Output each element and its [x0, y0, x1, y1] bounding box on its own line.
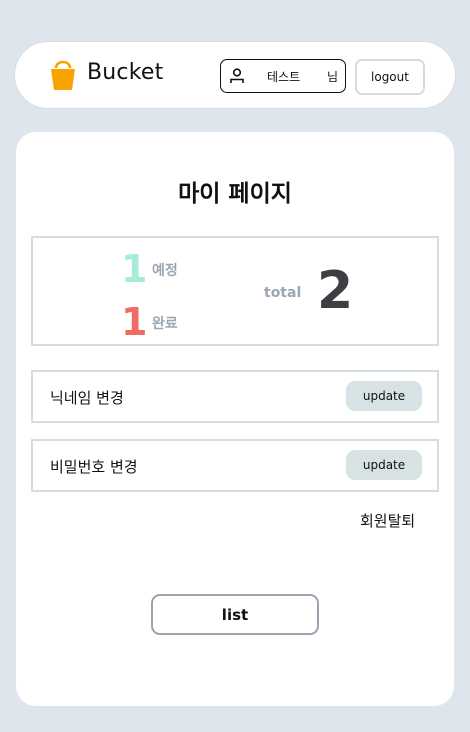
logout-button[interactable]: logout [355, 59, 425, 95]
user-badge[interactable]: 테스트 님 [220, 59, 346, 93]
nickname-change-row: 닉네임 변경 update [31, 370, 439, 423]
withdraw-link[interactable]: 회원탈퇴 [360, 510, 415, 531]
user-honorific: 님 [327, 70, 339, 84]
user-icon [230, 68, 244, 83]
password-change-label: 비밀번호 변경 [50, 458, 138, 476]
page-title: 마이 페이지 [178, 181, 292, 207]
nickname-change-label: 닉네임 변경 [50, 389, 124, 407]
mypage-card: 마이 페이지 1 예정 1 완료 total 2 닉네임 변경 update 비… [16, 132, 454, 706]
planned-label: 예정 [152, 263, 178, 279]
password-change-row: 비밀번호 변경 update [31, 439, 439, 492]
logo-text[interactable]: Bucket [87, 60, 163, 85]
total-count: 2 [317, 261, 354, 321]
list-button[interactable]: list [151, 594, 319, 635]
password-update-button[interactable]: update [346, 450, 422, 480]
nickname-update-button[interactable]: update [346, 381, 422, 411]
done-label: 완료 [152, 316, 178, 332]
user-name: 테스트 [267, 70, 301, 84]
bucket-icon [51, 60, 75, 90]
done-count: 1 [121, 300, 148, 344]
header-bar: Bucket 테스트 님 logout [14, 41, 456, 109]
stats-panel: 1 예정 1 완료 total 2 [31, 236, 439, 346]
total-label: total [264, 285, 302, 301]
planned-count: 1 [121, 247, 148, 291]
